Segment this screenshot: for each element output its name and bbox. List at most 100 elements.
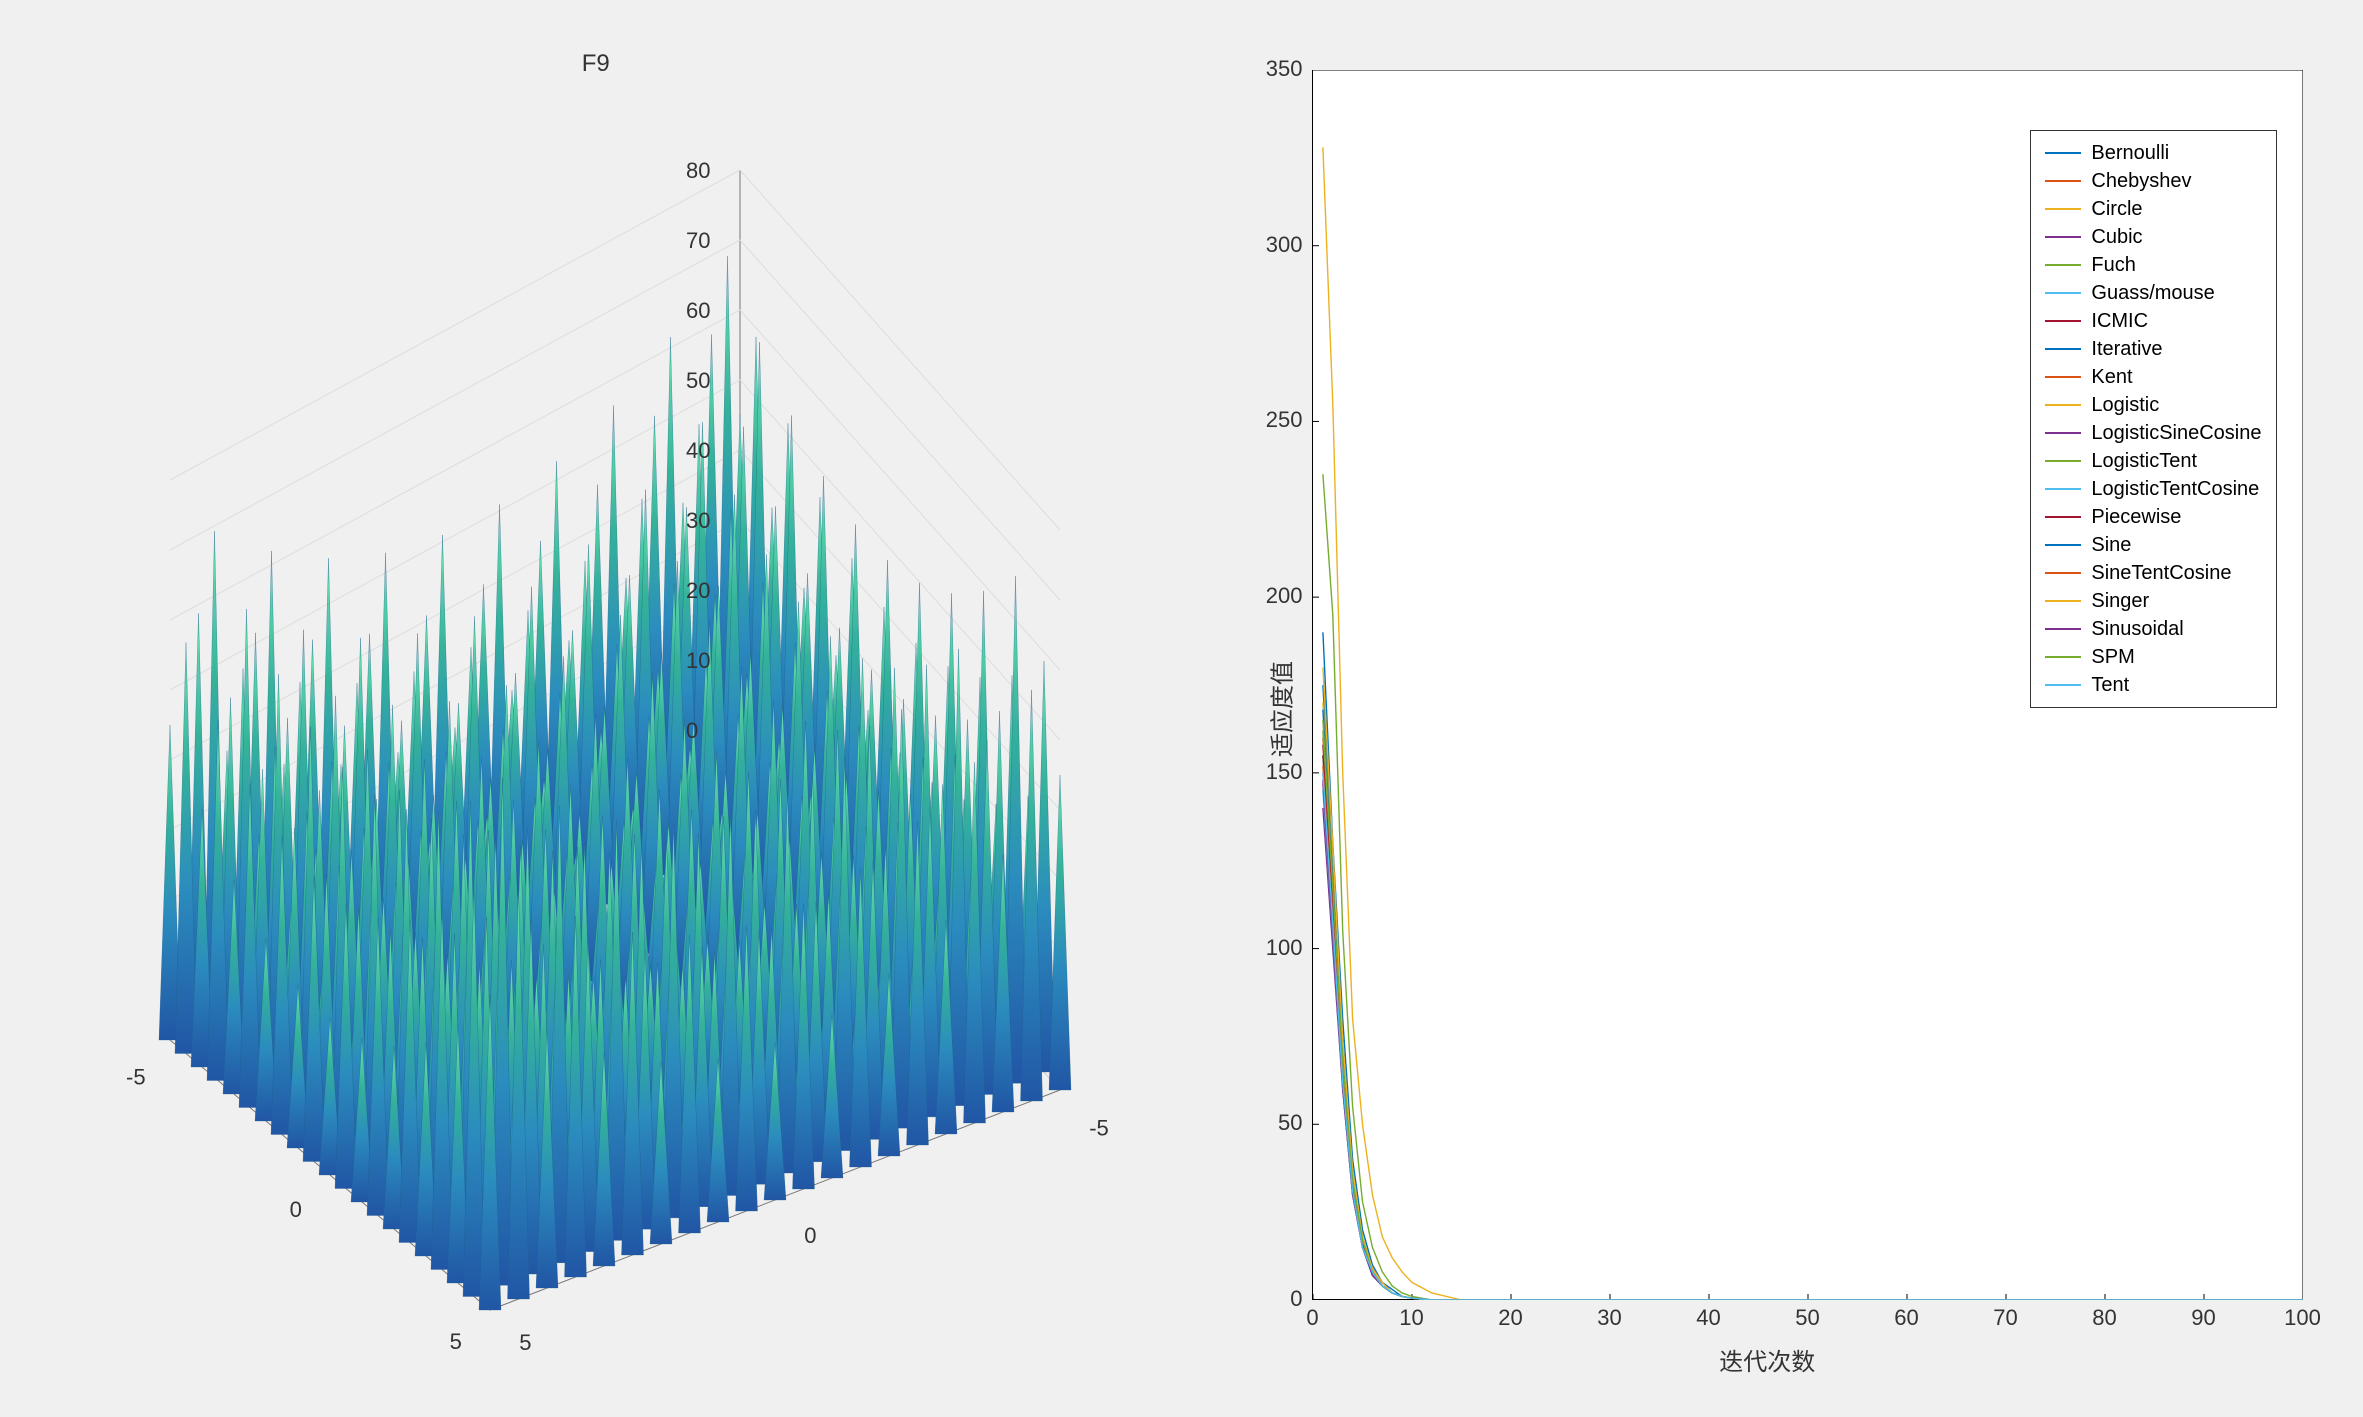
legend-item[interactable]: SPM [2045, 643, 2261, 671]
y-tick-label: 200 [1266, 583, 1313, 609]
svg-text:70: 70 [686, 228, 710, 253]
x-tick-label: 50 [1795, 1299, 1819, 1331]
series-line [1322, 685, 2302, 1300]
y-axis-label: 适应度值 [1262, 661, 1297, 757]
legend-item[interactable]: Singer [2045, 587, 2261, 615]
legend-swatch [2045, 628, 2081, 630]
svg-text:0: 0 [290, 1197, 302, 1222]
series-line [1322, 731, 2302, 1300]
legend-swatch [2045, 656, 2081, 658]
legend-item[interactable]: Tent [2045, 671, 2261, 699]
surface-plot-panel: F9 01020304050607080-505-505 [20, 20, 1172, 1397]
series-line [1322, 710, 2302, 1300]
legend-swatch [2045, 404, 2081, 406]
x-tick-label: 30 [1597, 1299, 1621, 1331]
legend-swatch [2045, 544, 2081, 546]
legend-label: Logistic [2091, 394, 2159, 417]
legend-item[interactable]: Iterative [2045, 335, 2261, 363]
legend-swatch [2045, 572, 2081, 574]
legend-item[interactable]: Fuch [2045, 251, 2261, 279]
legend-label: Chebyshev [2091, 170, 2191, 193]
svg-text:30: 30 [686, 508, 710, 533]
series-line [1322, 738, 2302, 1300]
series-line [1322, 790, 2302, 1300]
surface-plot-area[interactable]: 01020304050607080-505-505 [60, 80, 1140, 1360]
legend-label: Sinusoidal [2091, 618, 2183, 641]
series-line [1322, 783, 2302, 1300]
legend-label: LogisticTent [2091, 450, 2197, 473]
x-axis-label: 迭代次数 [1719, 1342, 1815, 1377]
series-line [1322, 703, 2302, 1300]
y-tick-label: 50 [1278, 1110, 1312, 1136]
x-tick-label: 100 [2284, 1299, 2321, 1331]
legend-item[interactable]: Bernoulli [2045, 139, 2261, 167]
series-line [1322, 755, 2302, 1300]
y-tick-label: 250 [1266, 407, 1313, 433]
legend-label: Kent [2091, 366, 2132, 389]
legend-label: Piecewise [2091, 506, 2181, 529]
svg-text:5: 5 [519, 1330, 531, 1355]
series-line [1322, 745, 2302, 1300]
x-tick-label: 60 [1894, 1299, 1918, 1331]
y-tick-label: 300 [1266, 232, 1313, 258]
x-tick-label: 70 [1993, 1299, 2017, 1331]
legend-swatch [2045, 236, 2081, 238]
legend-swatch [2045, 460, 2081, 462]
legend-swatch [2045, 320, 2081, 322]
legend-swatch [2045, 348, 2081, 350]
convergence-plot-area[interactable]: Bernoulli ChebyshevCircle Cubic Fuch Guass/m… [1312, 70, 2302, 1300]
legend-swatch [2045, 208, 2081, 210]
legend-swatch [2045, 292, 2081, 294]
legend-swatch [2045, 152, 2081, 154]
legend-swatch [2045, 684, 2081, 686]
legend-item[interactable]: LogisticTentCosine [2045, 475, 2261, 503]
x-tick-label: 20 [1498, 1299, 1522, 1331]
x-tick-label: 0 [1306, 1299, 1318, 1331]
series-line [1322, 667, 2302, 1300]
legend-item[interactable]: ICMIC [2045, 307, 2261, 335]
legend-item[interactable]: Kent [2045, 363, 2261, 391]
legend-item[interactable]: SineTentCosine [2045, 559, 2261, 587]
legend-item[interactable]: Sine [2045, 531, 2261, 559]
svg-text:5: 5 [450, 1329, 462, 1354]
convergence-plot-panel: Bernoulli ChebyshevCircle Cubic Fuch Guass/m… [1192, 20, 2344, 1397]
series-line [1322, 766, 2302, 1300]
legend-label: Guass/mouse [2091, 282, 2214, 305]
svg-text:10: 10 [686, 648, 710, 673]
legend-label: LogisticTentCosine [2091, 478, 2259, 501]
x-tick-label: 90 [2191, 1299, 2215, 1331]
legend-item[interactable]: Piecewise [2045, 503, 2261, 531]
legend-item[interactable]: Cubic [2045, 223, 2261, 251]
svg-text:20: 20 [686, 578, 710, 603]
legend-swatch [2045, 516, 2081, 518]
legend-item[interactable]: Logistic [2045, 391, 2261, 419]
y-tick-label: 350 [1266, 56, 1313, 82]
legend-swatch [2045, 600, 2081, 602]
series-line [1322, 780, 2302, 1300]
legend-item[interactable]: Chebyshev [2045, 167, 2261, 195]
legend-item[interactable]: Guass/mouse [2045, 279, 2261, 307]
legend-item[interactable]: Sinusoidal [2045, 615, 2261, 643]
legend-label: SineTentCosine [2091, 562, 2231, 585]
legend-swatch [2045, 488, 2081, 490]
surface-plot-title: F9 [582, 50, 610, 78]
legend-label: Bernoulli [2091, 142, 2169, 165]
legend-label: Fuch [2091, 254, 2135, 277]
svg-text:60: 60 [686, 298, 710, 323]
legend-item[interactable]: LogisticTent [2045, 447, 2261, 475]
series-line [1322, 632, 2302, 1300]
y-tick-label: 100 [1266, 935, 1313, 961]
legend-label: Cubic [2091, 226, 2142, 249]
legend-label: Tent [2091, 674, 2129, 697]
legend-box[interactable]: Bernoulli ChebyshevCircle Cubic Fuch Guass/m… [2030, 130, 2276, 708]
legend-swatch [2045, 264, 2081, 266]
legend-item[interactable]: LogisticSineCosine [2045, 419, 2261, 447]
legend-item[interactable]: Circle [2045, 195, 2261, 223]
svg-text:80: 80 [686, 158, 710, 183]
x-tick-label: 40 [1696, 1299, 1720, 1331]
legend-label: SPM [2091, 646, 2134, 669]
svg-text:-5: -5 [1089, 1116, 1109, 1141]
series-line [1322, 755, 2302, 1300]
svg-text:0: 0 [686, 718, 698, 743]
series-line [1322, 720, 2302, 1300]
